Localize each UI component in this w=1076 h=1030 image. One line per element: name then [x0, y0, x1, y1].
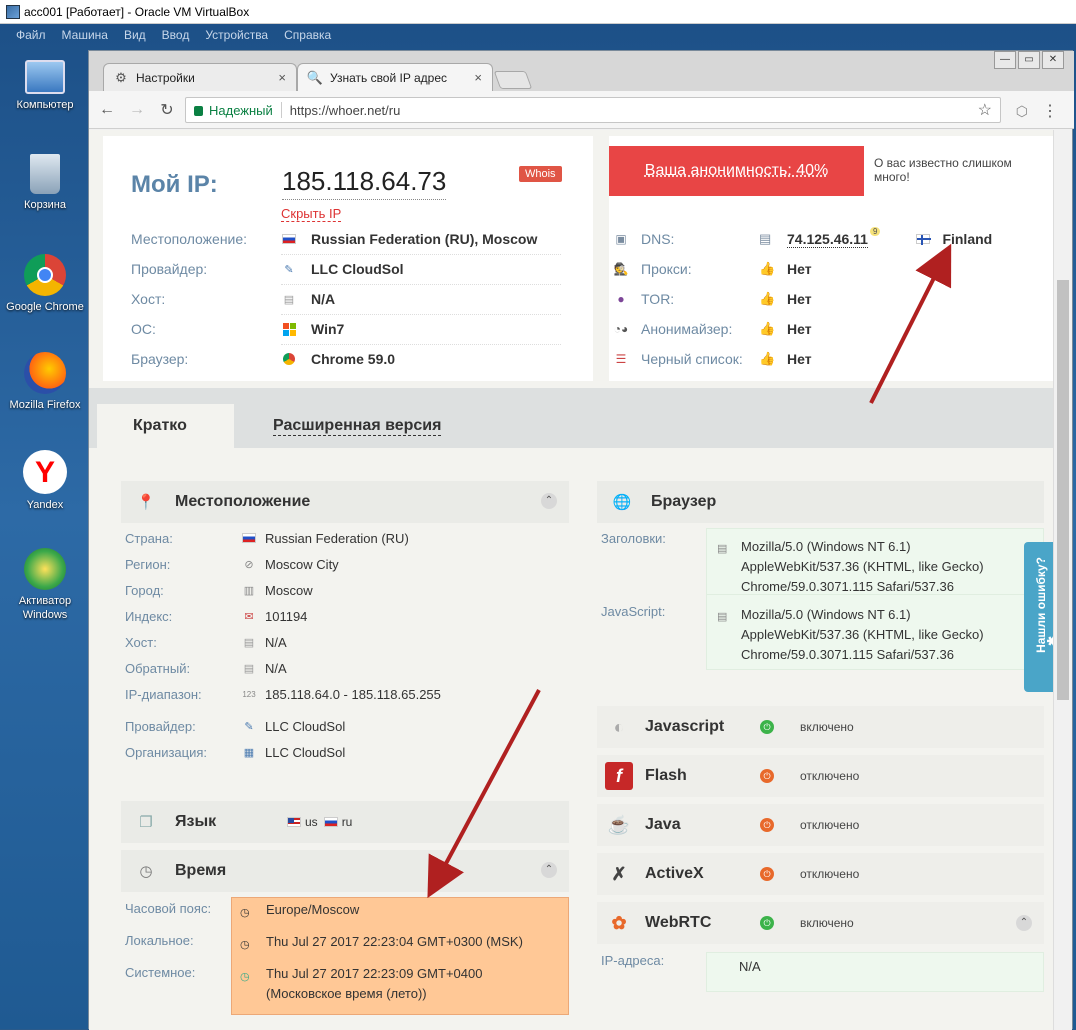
window-title: acc001 [Работает] - Oracle VM VirtualBox	[24, 4, 250, 19]
desktop-icon-label: Корзина	[24, 199, 66, 211]
arrow-to-dns-country	[869, 243, 952, 404]
vbox-menu: Файл Машина Вид Ввод Устройства Справка	[0, 28, 340, 46]
desktop-icon-label: Yandex	[26, 499, 64, 511]
page-content: Мой IP: 185.118.64.73 Скрыть IP Whois Ме…	[89, 130, 1055, 1030]
scrollbar-thumb[interactable]	[1057, 280, 1069, 700]
lock-icon	[194, 106, 203, 116]
tab-strip: ⚙ Настройки × 🔍 Узнать свой IP адрес × —…	[89, 51, 1074, 91]
activator-icon	[24, 548, 66, 590]
secure-indicator[interactable]: Надежный	[194, 103, 273, 118]
url-text[interactable]: https://whoer.net/ru	[290, 103, 401, 118]
annotation-arrows	[427, 243, 952, 899]
close-icon[interactable]: ✕	[1042, 51, 1064, 69]
yandex-icon: Y	[23, 450, 67, 494]
desktop-icon-label: Mozilla Firefox	[9, 399, 81, 411]
firefox-icon	[24, 352, 66, 394]
maximize-icon[interactable]: ▭	[1018, 51, 1040, 69]
new-tab-button[interactable]	[493, 71, 533, 89]
address-bar[interactable]: Надежный https://whoer.net/ru ☆	[185, 97, 1001, 123]
close-tab-icon[interactable]: ×	[278, 70, 286, 85]
close-tab-icon[interactable]: ×	[474, 70, 482, 85]
tab-label: Узнать свой IP адрес	[330, 70, 447, 85]
desktop-icon-recycle[interactable]: Корзина	[4, 154, 86, 212]
toolbar: ← → ↻ Надежный https://whoer.net/ru ☆ ⬡ …	[89, 91, 1074, 129]
search-icon: 🔍	[306, 69, 324, 85]
gear-icon: ⚙	[115, 69, 127, 85]
menu-help[interactable]: Справка	[284, 28, 331, 46]
minimize-icon[interactable]: —	[994, 51, 1016, 69]
vbox-title-bar: acc001 [Работает] - Oracle VM VirtualBox	[0, 0, 1076, 24]
menu-machine[interactable]: Машина	[62, 28, 108, 46]
page-scrollbar[interactable]	[1053, 130, 1072, 1030]
virtualbox-icon	[6, 4, 20, 19]
desktop-icon-yandex[interactable]: Y Yandex	[4, 450, 86, 512]
tab-settings[interactable]: ⚙ Настройки ×	[103, 63, 297, 91]
recycle-bin-icon	[30, 154, 60, 194]
tab-label: Настройки	[136, 70, 195, 85]
window-controls: — ▭ ✕	[994, 51, 1064, 69]
desktop-icon-computer[interactable]: Компьютер	[4, 60, 86, 112]
divider	[280, 102, 282, 118]
desktop-icon-label: Активатор Windows	[18, 595, 72, 621]
desktop-icon-chrome[interactable]: Google Chrome	[4, 254, 86, 314]
desktop-icon-label: Компьютер	[16, 99, 74, 111]
forward-icon[interactable]: →	[125, 101, 149, 119]
menu-kebab-icon[interactable]: ⋮	[1042, 101, 1058, 121]
computer-icon	[25, 60, 65, 94]
menu-devices[interactable]: Устройства	[205, 28, 268, 46]
menu-view[interactable]: Вид	[124, 28, 146, 46]
tab-whoer[interactable]: 🔍 Узнать свой IP адрес ×	[297, 63, 493, 91]
desktop-icon-firefox[interactable]: Mozilla Firefox	[4, 352, 86, 412]
menu-input[interactable]: Ввод	[162, 28, 190, 46]
reload-icon[interactable]: ↻	[155, 100, 179, 120]
browser-window: ⚙ Настройки × 🔍 Узнать свой IP адрес × —…	[88, 50, 1074, 1030]
menu-file[interactable]: Файл	[16, 28, 46, 46]
extension-icon[interactable]: ⬡	[1016, 103, 1028, 120]
bookmark-star-icon[interactable]: ☆	[978, 100, 992, 120]
chrome-icon	[24, 254, 66, 296]
back-icon[interactable]: ←	[95, 101, 119, 119]
desktop-icon-label: Google Chrome	[6, 301, 84, 313]
desktop-icon-activator[interactable]: Активатор Windows	[4, 548, 86, 622]
secure-label: Надежный	[209, 102, 273, 118]
arrow-to-time	[427, 689, 541, 899]
